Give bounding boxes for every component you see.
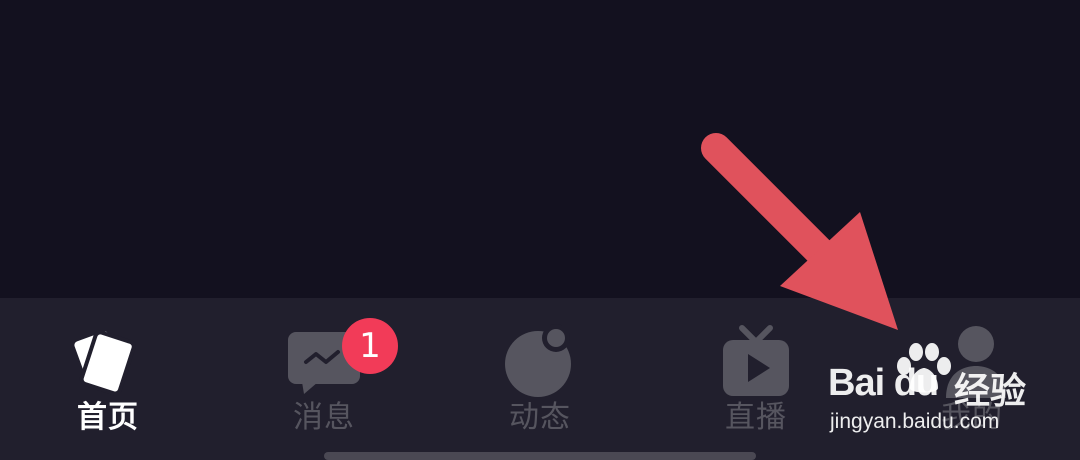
- tab-messages[interactable]: 消息: [216, 298, 432, 460]
- watermark-url: jingyan.baidu.com: [830, 410, 1000, 433]
- tv-play-icon: [716, 324, 796, 400]
- tab-home-label: 首页: [77, 400, 139, 435]
- moment-icon: [500, 324, 580, 400]
- tab-moments-label: 动态: [509, 400, 571, 435]
- tab-messages-label: 消息: [293, 400, 355, 435]
- baidu-jingyan-watermark: Bai du 经验 jingyan.baidu.com: [828, 340, 1028, 440]
- watermark-cn: 经验: [954, 371, 1027, 412]
- home-indicator: [324, 452, 756, 460]
- unread-badge: 1: [342, 318, 398, 374]
- cards-icon: [68, 324, 148, 400]
- watermark-brand: Bai du: [828, 362, 939, 404]
- content-area: [0, 0, 1080, 298]
- tab-home[interactable]: 首页: [0, 298, 216, 460]
- tab-moments[interactable]: 动态: [432, 298, 648, 460]
